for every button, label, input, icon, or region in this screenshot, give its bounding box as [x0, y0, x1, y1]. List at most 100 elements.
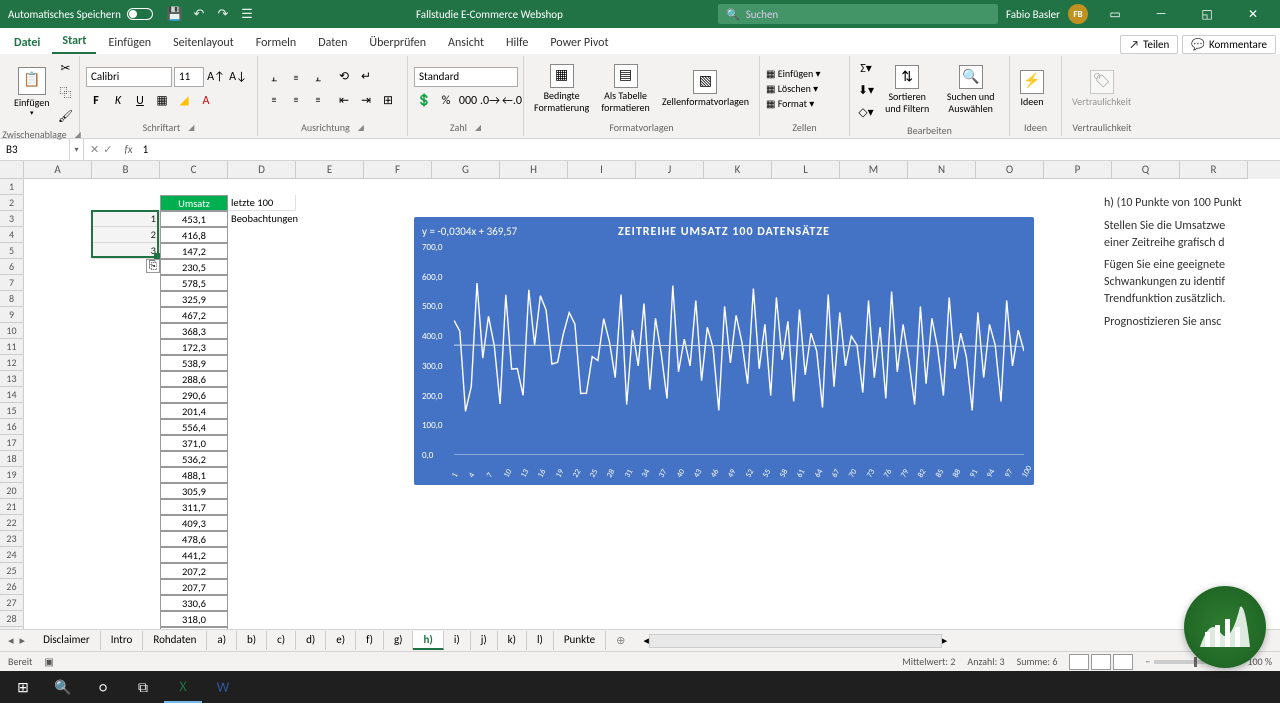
tab-ansicht[interactable]: Ansicht — [438, 32, 494, 54]
enter-formula-icon[interactable]: ✓ — [103, 143, 112, 156]
scroll-right-icon[interactable]: ▸ — [942, 634, 948, 647]
cell[interactable]: 441,2 — [160, 547, 228, 563]
row-header[interactable]: 16 — [0, 419, 24, 435]
word-taskbar-icon[interactable]: W — [204, 671, 242, 703]
ribbon-mode-icon[interactable]: ▭ — [1096, 0, 1134, 28]
cancel-formula-icon[interactable]: ✕ — [90, 143, 99, 156]
autofill-options-icon[interactable]: ⎘ — [146, 259, 160, 273]
maximize-button[interactable]: ◱ — [1188, 0, 1226, 28]
decrease-font-icon[interactable]: A↓ — [228, 67, 248, 87]
cell[interactable]: letzte 100 Beobachtungen — [228, 195, 296, 211]
bold-button[interactable]: F — [86, 91, 106, 111]
autosum-icon[interactable]: Σ▾ — [856, 58, 876, 78]
sheet-tab[interactable]: a) — [207, 631, 237, 650]
cell[interactable]: 536,2 — [160, 451, 228, 467]
sheet-tab[interactable]: Rohdaten — [143, 631, 207, 650]
start-button[interactable]: ⊞ — [4, 671, 42, 703]
user-avatar[interactable]: FB — [1068, 4, 1088, 24]
clear-icon[interactable]: ◇▾ — [856, 102, 876, 122]
delete-cells-button[interactable]: ▦ Löschen ▾ — [766, 82, 821, 95]
cell[interactable]: 1 — [92, 211, 160, 227]
cell[interactable]: 147,2 — [160, 243, 228, 259]
sheet-tab[interactable]: c) — [267, 631, 296, 650]
cell[interactable]: 409,3 — [160, 515, 228, 531]
col-header-P[interactable]: P — [1044, 161, 1112, 179]
fill-icon[interactable]: ⬇▾ — [856, 80, 876, 100]
find-select-button[interactable]: 🔍Suchen und Auswählen — [938, 63, 1003, 117]
cell[interactable]: 3 — [92, 243, 160, 259]
share-button[interactable]: ↗ Teilen — [1120, 35, 1178, 54]
row-header[interactable]: 19 — [0, 467, 24, 483]
row-header[interactable]: 6 — [0, 259, 24, 275]
col-header-R[interactable]: R — [1180, 161, 1248, 179]
row-header[interactable]: 4 — [0, 227, 24, 243]
ideas-button[interactable]: ⚡Ideen — [1016, 68, 1048, 110]
row-header[interactable]: 23 — [0, 531, 24, 547]
cell[interactable]: 416,8 — [160, 227, 228, 243]
dec-decimal-icon[interactable]: ←.0 — [502, 91, 522, 111]
tab-daten[interactable]: Daten — [308, 32, 357, 54]
cell[interactable]: 311,7 — [160, 499, 228, 515]
cell[interactable]: 2 — [92, 227, 160, 243]
row-header[interactable]: 24 — [0, 547, 24, 563]
cell[interactable]: 201,4 — [160, 403, 228, 419]
format-cells-button[interactable]: ▦ Format ▾ — [766, 97, 821, 110]
cell[interactable]: 453,1 — [160, 211, 228, 227]
col-header-N[interactable]: N — [908, 161, 976, 179]
col-header-B[interactable]: B — [92, 161, 160, 179]
col-header-A[interactable]: A — [24, 161, 92, 179]
cell[interactable]: 305,9 — [160, 483, 228, 499]
cell[interactable]: 538,9 — [160, 355, 228, 371]
timeseries-chart[interactable]: y = -0,0304x + 369,57ZEITREIHE UMSATZ 10… — [414, 217, 1034, 485]
select-all-corner[interactable] — [0, 161, 24, 179]
sheet-tab[interactable]: l) — [527, 631, 554, 650]
cell[interactable]: 578,5 — [160, 275, 228, 291]
col-header-F[interactable]: F — [364, 161, 432, 179]
cell[interactable]: 207,7 — [160, 579, 228, 595]
row-header[interactable]: 1 — [0, 179, 24, 195]
currency-icon[interactable]: 💲 — [414, 91, 434, 111]
col-header-C[interactable]: C — [160, 161, 228, 179]
cell[interactable]: 330,6 — [160, 595, 228, 611]
cut-icon[interactable]: ✂ — [56, 58, 76, 78]
cell[interactable]: 230,5 — [160, 259, 228, 275]
cell[interactable]: 207,2 — [160, 563, 228, 579]
tab-einfügen[interactable]: Einfügen — [98, 32, 161, 54]
row-header[interactable]: 17 — [0, 435, 24, 451]
hscroll-track[interactable] — [649, 634, 942, 648]
row-header[interactable]: 13 — [0, 371, 24, 387]
comments-button[interactable]: 💬 Kommentare — [1182, 35, 1276, 54]
underline-button[interactable]: U — [130, 91, 150, 111]
row-header[interactable]: 20 — [0, 483, 24, 499]
col-header-Q[interactable]: Q — [1112, 161, 1180, 179]
col-header-O[interactable]: O — [976, 161, 1044, 179]
sheet-tab[interactable]: Disclaimer — [33, 631, 101, 650]
tab-last-icon[interactable]: ▸ — [20, 634, 26, 647]
row-header[interactable]: 10 — [0, 323, 24, 339]
close-button[interactable]: ✕ — [1234, 0, 1272, 28]
row-header[interactable]: 27 — [0, 595, 24, 611]
alignment-grid[interactable]: ⫠≡⫠ ≡≡≡ — [264, 68, 328, 110]
row-header[interactable]: 3 — [0, 211, 24, 227]
sheet-tab[interactable]: h) — [413, 631, 443, 650]
row-header[interactable]: 21 — [0, 499, 24, 515]
comma-icon[interactable]: 000 — [458, 91, 478, 111]
minimize-button[interactable]: — — [1142, 0, 1180, 28]
number-format-combo[interactable]: Standard — [414, 67, 518, 87]
sheet-tab[interactable]: b) — [237, 631, 267, 650]
merge-icon[interactable]: ⊞ — [378, 91, 398, 111]
format-painter-icon[interactable]: 🖌 — [56, 106, 76, 126]
tab-file[interactable]: Datei — [4, 32, 50, 54]
cell-styles-button[interactable]: ▧Zellenformatvorlagen — [658, 68, 753, 110]
fx-icon[interactable]: fx — [118, 143, 138, 156]
increase-font-icon[interactable]: A↑ — [206, 67, 226, 87]
row-header[interactable]: 14 — [0, 387, 24, 403]
font-size-combo[interactable]: 11 — [174, 67, 204, 87]
row-header[interactable]: 26 — [0, 579, 24, 595]
row-header[interactable]: 28 — [0, 611, 24, 627]
borders-button[interactable]: ▦ — [152, 91, 172, 111]
tab-überprüfen[interactable]: Überprüfen — [359, 32, 436, 54]
tab-first-icon[interactable]: ◂ — [8, 634, 14, 647]
row-header[interactable]: 8 — [0, 291, 24, 307]
row-header[interactable]: 22 — [0, 515, 24, 531]
